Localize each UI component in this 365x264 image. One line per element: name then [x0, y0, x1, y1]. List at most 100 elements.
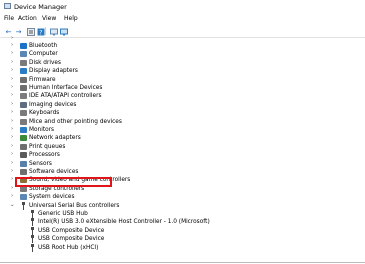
- category-icon: [20, 135, 27, 142]
- tree-category-label: Processors: [29, 152, 60, 159]
- tree-category-row[interactable]: › System devices: [0, 193, 365, 201]
- bottom-border: [0, 262, 365, 263]
- usb-device-label: USB Root Hub (xHCI): [38, 244, 99, 251]
- usb-device-row[interactable]: Intel(R) USB 3.0 eXtensible Host Control…: [0, 218, 365, 227]
- chevron-right-icon[interactable]: ›: [11, 193, 13, 199]
- chevron-right-icon[interactable]: ›: [11, 67, 13, 73]
- chevron-right-icon[interactable]: ›: [11, 92, 13, 98]
- category-icon: [20, 101, 27, 108]
- tree-category-label: Firmware: [29, 76, 56, 83]
- usb-icon: [30, 218, 35, 227]
- highlight-box: [15, 177, 112, 187]
- toolbar-separator: [45, 27, 46, 35]
- title-bar: Device Manager: [0, 0, 365, 13]
- category-icon: [20, 169, 27, 175]
- category-icon: [20, 143, 27, 150]
- tree-category-label: Network adapters: [29, 135, 81, 142]
- tree-category-label: Computer: [29, 51, 58, 58]
- category-icon: [20, 93, 27, 100]
- usb-icon: [21, 201, 26, 210]
- category-icon: [20, 85, 27, 91]
- chevron-right-icon[interactable]: ›: [11, 50, 13, 56]
- chevron-right-icon[interactable]: ›: [11, 160, 13, 166]
- chevron-right-icon[interactable]: ›: [11, 185, 13, 191]
- chevron-right-icon[interactable]: ›: [11, 101, 13, 107]
- usb-icon: [30, 243, 35, 252]
- usb-device-row[interactable]: Generic USB Hub: [0, 210, 365, 218]
- tree-category-label: Keyboards: [29, 110, 60, 117]
- chevron-right-icon[interactable]: ›: [11, 176, 13, 182]
- menu-bar: File Action View Help: [0, 14, 365, 24]
- usb-device-row[interactable]: USB Root Hub (xHCI): [0, 243, 365, 252]
- chevron-right-icon[interactable]: ›: [11, 59, 13, 65]
- category-icon: [20, 76, 27, 83]
- chevron-right-icon[interactable]: ›: [11, 118, 13, 124]
- tree-category-label: Print queues: [29, 143, 66, 150]
- chevron-right-icon[interactable]: ›: [11, 134, 13, 140]
- category-icon: [20, 118, 27, 125]
- category-icon: [20, 51, 27, 58]
- usb-icon: [30, 226, 35, 235]
- tree-category-label: Monitors: [29, 127, 55, 133]
- usb-icon: [30, 235, 35, 244]
- tree-category-row[interactable]: › Print queues: [0, 143, 365, 151]
- tree-category-row[interactable]: › Software devices: [0, 168, 365, 176]
- menu-action[interactable]: Action: [18, 15, 37, 22]
- tree-category-row[interactable]: › Keyboards: [0, 109, 365, 117]
- tree-category-label: Display adapters: [29, 68, 78, 75]
- chevron-right-icon[interactable]: ›: [11, 109, 13, 115]
- chevron-right-icon[interactable]: ›: [11, 84, 13, 90]
- chevron-right-icon[interactable]: ›: [11, 151, 13, 157]
- tree-category-row[interactable]: › Computer: [0, 50, 365, 58]
- tree-category-row[interactable]: › Human Interface Devices: [0, 84, 365, 92]
- tree-category-row[interactable]: › Processors: [0, 151, 365, 159]
- chevron-right-icon[interactable]: ›: [11, 76, 13, 82]
- usb-icon: [30, 210, 35, 218]
- tree-category-row[interactable]: › IDE ATA/ATAPI controllers: [0, 92, 365, 100]
- chevron-right-icon[interactable]: ›: [11, 143, 13, 149]
- tree-category-label: Sensors: [29, 160, 52, 167]
- menu-view[interactable]: View: [42, 15, 56, 22]
- usb-device-label: USB Composite Device: [38, 236, 105, 243]
- usb-device-label: Intel(R) USB 3.0 eXtensible Host Control…: [38, 219, 210, 226]
- category-icon: [20, 152, 27, 159]
- tree-category-row[interactable]: › Display adapters: [0, 67, 365, 75]
- tree-category-label: Universal Serial Bus controllers: [29, 202, 120, 209]
- tree-category-usb-controllers[interactable]: ⌄ Universal Serial Bus controllers: [0, 201, 365, 210]
- tree-category-label: System devices: [29, 194, 75, 201]
- tree-category-row[interactable]: › Monitors: [0, 126, 365, 134]
- tree-category-label: Bluetooth: [29, 43, 58, 49]
- tree-category-row[interactable]: › Sensors: [0, 160, 365, 168]
- window-title: Device Manager: [14, 3, 67, 11]
- chevron-right-icon[interactable]: ›: [11, 126, 13, 132]
- tree-category-label: Imaging devices: [29, 101, 77, 108]
- category-icon: [20, 127, 27, 133]
- chevron-down-icon[interactable]: ⌄: [10, 202, 15, 208]
- menu-file[interactable]: File: [4, 15, 14, 22]
- usb-device-label: Generic USB Hub: [38, 211, 88, 217]
- device-manager-icon: [4, 3, 11, 9]
- tree-category-row[interactable]: › Firmware: [0, 76, 365, 84]
- category-icon: [20, 110, 27, 117]
- chevron-right-icon[interactable]: ›: [11, 35, 13, 41]
- usb-device-row[interactable]: USB Composite Device: [0, 235, 365, 244]
- category-icon: [20, 160, 27, 167]
- chevron-right-icon[interactable]: ›: [11, 42, 13, 48]
- tree-category-row[interactable]: › Network adapters: [0, 134, 365, 142]
- category-icon: [20, 194, 27, 201]
- category-icon: [20, 68, 27, 75]
- tree-category-row[interactable]: › Mice and other pointing devices: [0, 118, 365, 126]
- tree-category-row[interactable]: › Bluetooth: [0, 42, 365, 50]
- tree-category-row[interactable]: › Disk drives: [0, 59, 365, 67]
- tree-category-label: Human Interface Devices: [29, 85, 103, 91]
- menu-help[interactable]: Help: [64, 15, 78, 22]
- category-icon: [20, 43, 27, 49]
- tree-category-label: Mice and other pointing devices: [29, 118, 122, 125]
- tree-category-label: Software devices: [29, 169, 79, 175]
- usb-device-label: USB Composite Device: [38, 227, 105, 234]
- usb-device-row[interactable]: USB Composite Device: [0, 226, 365, 235]
- category-icon: [20, 59, 27, 66]
- chevron-right-icon[interactable]: ›: [11, 168, 13, 174]
- tree-category-label: IDE ATA/ATAPI controllers: [29, 93, 102, 100]
- tree-category-row[interactable]: › Imaging devices: [0, 101, 365, 109]
